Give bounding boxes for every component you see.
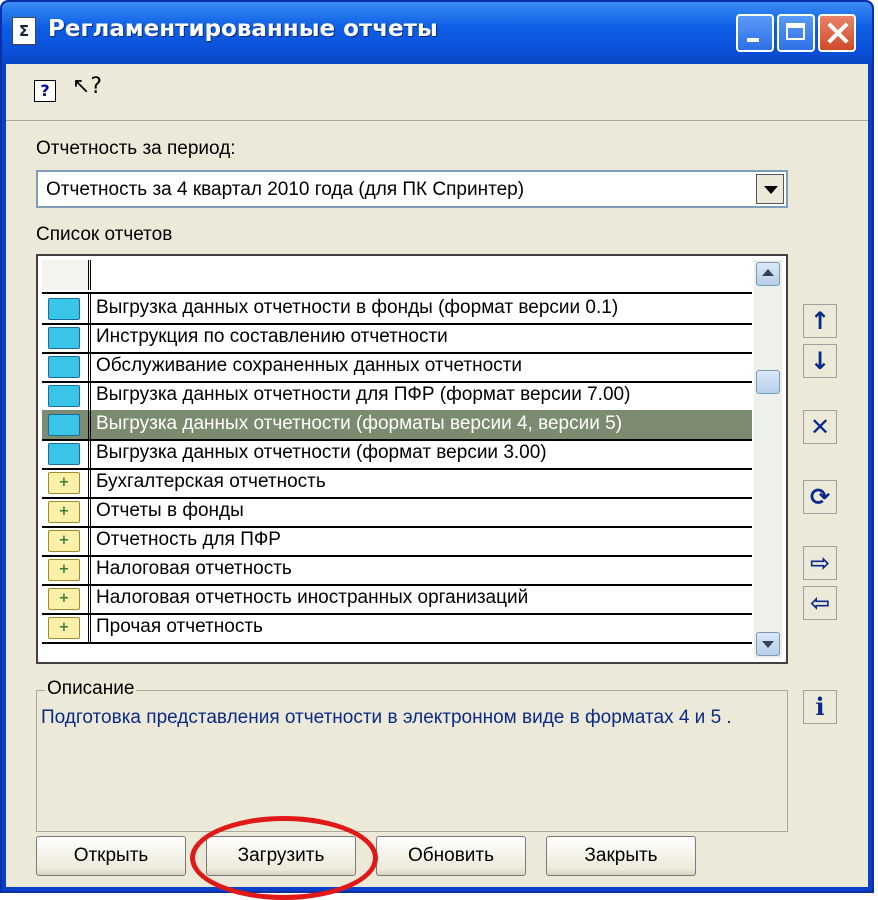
table-row[interactable]: Выгрузка данных отчетности (форматы верс… — [42, 410, 752, 441]
row-label: Налоговая отчетность — [96, 558, 292, 579]
table-header — [42, 260, 752, 294]
description-title: Описание — [45, 678, 137, 700]
column-divider — [88, 439, 94, 468]
chevron-down-icon[interactable] — [756, 174, 784, 204]
table-row[interactable]: + Прочая отчетность — [42, 613, 752, 644]
export-icon: ⇨ — [809, 549, 831, 577]
title-bar[interactable]: Σ Регламентированные отчеты — [2, 2, 872, 64]
table-row[interactable]: Выгрузка данных отчетности (формат верси… — [42, 439, 752, 470]
row-label: Выгрузка данных отчетности в фонды (форм… — [96, 297, 619, 318]
column-divider — [88, 468, 94, 497]
row-label: Отчетность для ПФР — [96, 529, 281, 550]
row-label: Выгрузка данных отчетности (формат верси… — [96, 442, 547, 463]
app-icon: Σ — [12, 17, 36, 45]
toolbar: ? ↖? — [6, 64, 868, 121]
reports-label: Список отчетов — [36, 224, 173, 245]
refresh-button[interactable]: Обновить — [376, 836, 526, 876]
description-text: Подготовка представления отчетности в эл… — [41, 707, 732, 728]
row-label: Прочая отчетность — [96, 616, 263, 637]
delete-icon: ✕ — [809, 413, 831, 441]
column-divider — [88, 410, 94, 439]
whats-this-icon[interactable]: ↖? — [72, 74, 102, 99]
export-button[interactable]: ⇨ — [803, 546, 837, 580]
import-button[interactable]: ⇦ — [803, 586, 837, 620]
folder-plus-icon: + — [48, 588, 80, 610]
move-up-button[interactable]: ↑ — [803, 304, 837, 338]
arrow-down-icon: ↓ — [809, 347, 831, 375]
period-label: Отчетность за период: — [36, 138, 236, 159]
info-button[interactable]: i — [803, 690, 837, 724]
column-divider — [88, 294, 94, 323]
folder-plus-icon: + — [48, 617, 80, 639]
close-button[interactable]: Закрыть — [546, 836, 696, 876]
table-row[interactable]: Выгрузка данных отчетности в фонды (форм… — [42, 294, 752, 325]
folder-plus-icon: + — [48, 530, 80, 552]
import-icon: ⇦ — [809, 589, 831, 617]
vertical-scrollbar[interactable] — [754, 260, 782, 658]
folder-blue-icon — [48, 385, 80, 407]
info-icon: i — [815, 692, 825, 721]
arrow-up-icon: ↑ — [809, 307, 831, 335]
column-divider — [88, 497, 94, 526]
row-label: Выгрузка данных отчетности (форматы верс… — [96, 413, 623, 434]
column-divider — [88, 381, 94, 410]
row-label: Выгрузка данных отчетности для ПФР (форм… — [96, 384, 631, 405]
table-row[interactable]: + Бухгалтерская отчетность — [42, 468, 752, 499]
table-row[interactable]: Обслуживание сохраненных данных отчетнос… — [42, 352, 752, 383]
row-label: Бухгалтерская отчетность — [96, 471, 326, 492]
period-select[interactable]: Отчетность за 4 квартал 2010 года (для П… — [36, 170, 788, 208]
table-row[interactable]: + Отчетность для ПФР — [42, 526, 752, 557]
table-header-icon-column — [42, 260, 91, 290]
column-divider — [88, 555, 94, 584]
folder-blue-icon — [48, 327, 80, 349]
client-area: ? ↖? Отчетность за период: Отчетность за… — [6, 64, 868, 900]
highlight-circle — [190, 816, 378, 900]
description-group: Описание Подготовка представления отчетн… — [36, 678, 788, 832]
table-row[interactable]: Выгрузка данных отчетности для ПФР (форм… — [42, 381, 752, 412]
period-select-value: Отчетность за 4 квартал 2010 года (для П… — [46, 179, 525, 200]
refresh-icon: ⟳ — [809, 483, 831, 511]
scroll-thumb[interactable] — [756, 370, 780, 394]
folder-plus-icon: + — [48, 472, 80, 494]
minimize-button[interactable] — [736, 14, 774, 52]
row-label: Обслуживание сохраненных данных отчетнос… — [96, 355, 522, 376]
row-label: Налоговая отчетность иностранных организ… — [96, 587, 529, 608]
app-window: Σ Регламентированные отчеты ? ↖? Отчетно… — [0, 0, 874, 900]
move-down-button[interactable]: ↓ — [803, 344, 837, 378]
maximize-button[interactable] — [777, 14, 815, 52]
scroll-down-button[interactable] — [756, 632, 780, 656]
folder-blue-icon — [48, 414, 80, 436]
table-row[interactable]: Инструкция по составлению отчетности — [42, 323, 752, 354]
folder-plus-icon: + — [48, 501, 80, 523]
column-divider — [88, 526, 94, 555]
row-label: Инструкция по составлению отчетности — [96, 326, 448, 347]
column-divider — [88, 323, 94, 352]
close-window-button[interactable] — [818, 14, 856, 52]
column-divider — [88, 352, 94, 381]
folder-blue-icon — [48, 443, 80, 465]
table-row[interactable]: + Налоговая отчетность — [42, 555, 752, 586]
row-label: Отчеты в фонды — [96, 500, 244, 521]
scroll-up-button[interactable] — [756, 262, 780, 286]
table-row[interactable]: + Налоговая отчетность иностранных органи… — [42, 584, 752, 615]
table-row[interactable]: + Отчеты в фонды — [42, 497, 752, 528]
window-title: Регламентированные отчеты — [48, 16, 438, 42]
open-button[interactable]: Открыть — [36, 836, 186, 876]
folder-blue-icon — [48, 356, 80, 378]
help-icon[interactable]: ? — [34, 80, 56, 102]
reports-table[interactable]: Выгрузка данных отчетности в фонды (форм… — [36, 254, 788, 664]
refresh-list-button[interactable]: ⟳ — [803, 480, 837, 514]
folder-blue-icon — [48, 298, 80, 320]
column-divider — [88, 584, 94, 613]
delete-button[interactable]: ✕ — [803, 410, 837, 444]
folder-plus-icon: + — [48, 559, 80, 581]
column-divider — [88, 613, 94, 642]
